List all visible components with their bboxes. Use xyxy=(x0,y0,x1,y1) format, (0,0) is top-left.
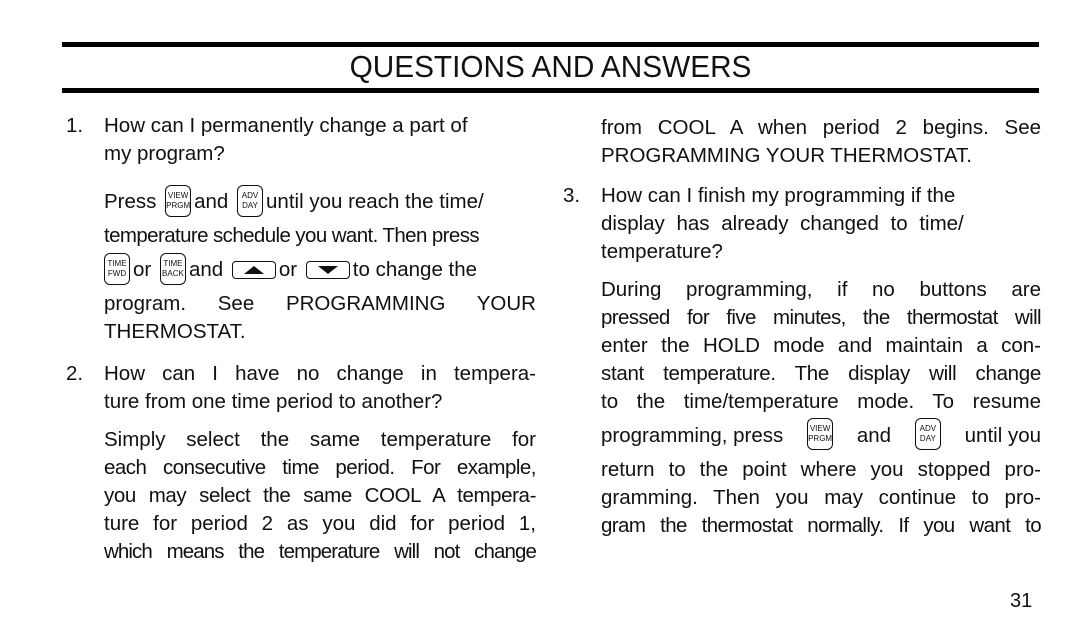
key-label: VIEW xyxy=(809,424,831,433)
question-2-continued: from COOL A when period 2 begins. See PR… xyxy=(563,114,1041,170)
key-label: TIME xyxy=(107,258,127,268)
key-label: VIEW xyxy=(167,190,189,200)
answer-fragment: and xyxy=(194,190,229,213)
key-label: BACK xyxy=(162,268,184,278)
bottom-rule xyxy=(62,88,1039,93)
question-line: How can I have no change in tempera- xyxy=(104,362,536,385)
down-triangle-icon xyxy=(317,265,338,274)
answer-line: to the time/temperature mode. To resume xyxy=(601,390,1041,413)
left-column: 1. How can I permanently change a part o… xyxy=(66,112,537,566)
key-label: DAY xyxy=(242,200,258,210)
question-line: ture from one time period to another? xyxy=(104,390,443,413)
answer-line: gram the thermostat normally. If you wan… xyxy=(601,514,1042,537)
answer-line: THERMOSTAT. xyxy=(104,320,246,343)
key-label: PRGM xyxy=(808,434,833,443)
answer-line: enter the HOLD mode and maintain a con- xyxy=(601,334,1041,357)
view-prgm-key-icon: VIEW PRGM xyxy=(165,184,192,217)
answer-line: gramming. Then you may continue to pro- xyxy=(601,486,1041,509)
answer-fragment: to change the xyxy=(352,258,478,281)
key-label: ADV xyxy=(919,424,937,433)
question-1: 1. How can I permanently change a part o… xyxy=(66,112,536,346)
answer-line: from COOL A when period 2 begins. See xyxy=(601,116,1041,139)
answer-fragment: programming, press xyxy=(601,424,784,447)
question-text: How can I have no change in tempera- tur… xyxy=(104,360,536,416)
page-number: 31 xyxy=(1010,590,1033,612)
answer-line: you may select the same COOL A tempera- xyxy=(104,484,536,507)
time-fwd-key-icon: TIME FWD xyxy=(104,252,130,285)
view-prgm-key-icon: VIEW PRGM xyxy=(807,418,834,450)
answer-text: Simply select the same temperature for e… xyxy=(104,426,537,566)
question-number: 3. xyxy=(563,184,581,207)
answer-fragment: Press xyxy=(104,190,157,213)
question-text: How can I finish my programming if the d… xyxy=(601,182,1041,266)
up-triangle-icon xyxy=(243,265,264,274)
answer-fragment: or xyxy=(133,258,152,281)
adv-day-key-icon: ADV DAY xyxy=(237,184,264,217)
answer-line: each consecutive time period. For exampl… xyxy=(104,456,537,479)
answer-line: return to the point where you stopped pr… xyxy=(601,458,1041,481)
answer-fragment: or xyxy=(278,258,298,281)
answer-fragment: until you xyxy=(964,424,1041,447)
answer-line: Simply select the same temperature for xyxy=(104,428,536,451)
answer-line: PROGRAMMING YOUR THERMOSTAT. xyxy=(601,144,972,167)
time-back-key-icon: TIME BACK xyxy=(159,252,186,285)
answer-line: ture for period 2 as you did for period … xyxy=(104,512,536,535)
question-3: 3. How can I finish my programming if th… xyxy=(563,182,1042,540)
answer-line: Press VIEW PRGM and ADV DAY until you reach … xyxy=(104,182,536,222)
answer-line: temperature schedule you want. Then pres… xyxy=(104,224,480,247)
right-column: from COOL A when period 2 begins. See PR… xyxy=(563,114,1042,540)
answer-line: TIME FWD or TIME BACK and or to change the xyxy=(104,250,536,290)
answer-fragment: and xyxy=(856,424,892,447)
question-line: display has already changed to time/ xyxy=(601,212,964,235)
answer-line: stant temperature. The display will chan… xyxy=(601,362,1041,385)
answer-line: programming, press VIEW PRGM and ADV DAY u… xyxy=(601,416,1041,456)
up-arrow-key-icon xyxy=(231,260,276,279)
answer-line: program. See PROGRAMMING YOUR xyxy=(104,292,536,315)
question-number: 1. xyxy=(66,114,84,137)
key-label: FWD xyxy=(107,268,127,278)
key-label: PRGM xyxy=(166,200,191,210)
adv-day-key-icon: ADV DAY xyxy=(914,418,941,450)
question-2: 2. How can I have no change in tempera- … xyxy=(66,360,537,566)
key-label: ADV xyxy=(241,190,259,200)
question-number: 2. xyxy=(66,362,84,385)
page-title: QUESTIONS AND ANSWERS xyxy=(349,49,752,84)
answer-line: which means the temperature will not cha… xyxy=(104,540,537,563)
answer-text: During programming, if no buttons are pr… xyxy=(601,276,1042,540)
answer-fragment: until you reach the time/ xyxy=(266,190,484,213)
question-line: How can I permanently change a part of xyxy=(104,114,468,137)
answer-text: Press VIEW PRGM and ADV DAY until you reach … xyxy=(104,182,536,346)
answer-line: During programming, if no buttons are xyxy=(601,278,1041,301)
down-arrow-key-icon xyxy=(305,260,350,279)
question-line: my program? xyxy=(104,142,225,165)
answer-line: pressed for five minutes, the thermostat… xyxy=(601,306,1042,329)
question-line: How can I finish my programming if the xyxy=(601,184,956,207)
question-text: How can I permanently change a part of m… xyxy=(104,112,536,168)
key-label: TIME xyxy=(163,258,183,268)
question-line: temperature? xyxy=(601,240,723,263)
answer-fragment: and xyxy=(188,258,224,281)
key-label: DAY xyxy=(919,434,936,443)
